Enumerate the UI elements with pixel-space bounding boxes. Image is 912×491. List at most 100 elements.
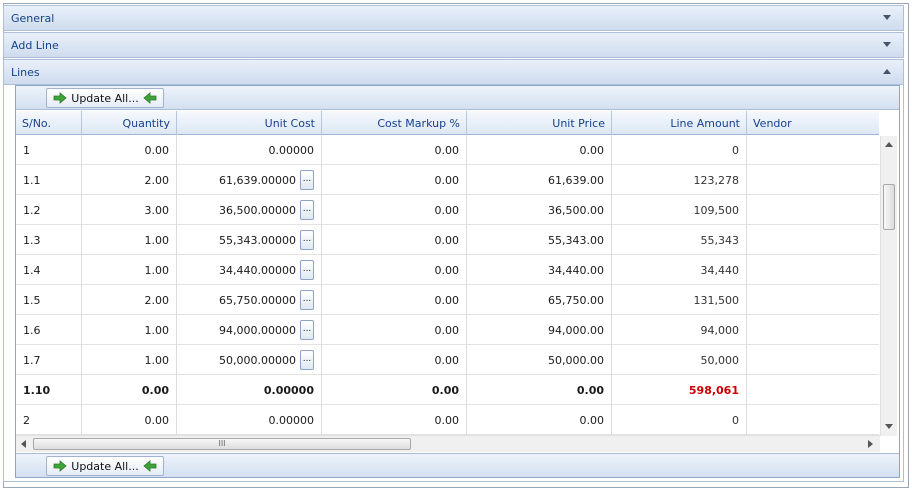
cost-markup-cell[interactable]: 0.00	[322, 285, 467, 315]
quantity-cell[interactable]: 1.00	[82, 315, 177, 345]
line-amount-cell[interactable]: 109,500	[612, 195, 747, 225]
section-add-line-header[interactable]: Add Line	[3, 32, 904, 58]
unit-cost-cell[interactable]: 34,440.00000...	[177, 255, 322, 285]
unit-price-cell[interactable]: 94,000.00	[467, 315, 612, 345]
unit-price-cell[interactable]: 0.00	[467, 405, 612, 435]
sno-cell[interactable]: 1.3	[16, 225, 82, 255]
vendor-cell[interactable]	[747, 285, 879, 315]
horizontal-scroll-thumb[interactable]: III	[33, 438, 411, 450]
quantity-cell[interactable]: 1.00	[82, 225, 177, 255]
unit-price-cell[interactable]: 65,750.00	[467, 285, 612, 315]
quantity-cell[interactable]: 1.00	[82, 255, 177, 285]
chevron-down-icon[interactable]	[883, 15, 891, 20]
unit-price-cell[interactable]: 55,343.00	[467, 225, 612, 255]
unit-cost-lookup-button[interactable]: ...	[300, 350, 314, 370]
unit-price-cell[interactable]: 0.00	[467, 135, 612, 165]
unit-cost-lookup-button[interactable]: ...	[300, 320, 314, 340]
unit-cost-cell[interactable]: 0.00000	[177, 135, 322, 165]
table-row[interactable]: 1.1 2.00 61,639.00000... 0.00 61,639.00 123,2…	[16, 165, 879, 195]
column-header-sno[interactable]: S/No.	[16, 111, 82, 135]
cost-markup-cell[interactable]: 0.00	[322, 345, 467, 375]
scroll-up-arrow-icon[interactable]	[885, 142, 893, 147]
unit-cost-lookup-button[interactable]: ...	[300, 290, 314, 310]
table-row[interactable]: 1.6 1.00 94,000.00000... 0.00 94,000.00 94,00…	[16, 315, 879, 345]
line-amount-cell[interactable]: 0	[612, 405, 747, 435]
sno-cell[interactable]: 1.2	[16, 195, 82, 225]
line-amount-cell[interactable]: 131,500	[612, 285, 747, 315]
column-header-line-amount[interactable]: Line Amount	[612, 111, 747, 135]
scroll-right-arrow-icon[interactable]	[868, 440, 873, 448]
table-row[interactable]: 1.10 0.00 0.00000 0.00 0.00 598,061	[16, 375, 879, 405]
chevron-down-icon[interactable]	[883, 42, 891, 47]
table-row[interactable]: 1.4 1.00 34,440.00000... 0.00 34,440.00 34,44…	[16, 255, 879, 285]
line-amount-cell[interactable]: 0	[612, 135, 747, 165]
quantity-cell[interactable]: 2.00	[82, 285, 177, 315]
scroll-down-arrow-icon[interactable]	[885, 424, 893, 429]
unit-cost-cell[interactable]: 61,639.00000...	[177, 165, 322, 195]
sno-cell[interactable]: 1	[16, 135, 82, 165]
column-header-quantity[interactable]: Quantity	[82, 111, 177, 135]
unit-cost-lookup-button[interactable]: ...	[300, 200, 314, 220]
quantity-cell[interactable]: 2.00	[82, 165, 177, 195]
unit-cost-lookup-button[interactable]: ...	[300, 170, 314, 190]
unit-cost-cell[interactable]: 0.00000	[177, 375, 322, 405]
vertical-scrollbar[interactable]	[880, 136, 897, 436]
section-lines-header[interactable]: Lines	[3, 59, 904, 85]
table-row[interactable]: 1.5 2.00 65,750.00000... 0.00 65,750.00 131,5…	[16, 285, 879, 315]
quantity-cell[interactable]: 3.00	[82, 195, 177, 225]
unit-price-cell[interactable]: 61,639.00	[467, 165, 612, 195]
cost-markup-cell[interactable]: 0.00	[322, 405, 467, 435]
quantity-cell[interactable]: 0.00	[82, 375, 177, 405]
line-amount-cell[interactable]: 598,061	[612, 375, 747, 405]
quantity-cell[interactable]: 1.00	[82, 345, 177, 375]
unit-cost-cell[interactable]: 50,000.00000...	[177, 345, 322, 375]
scroll-left-arrow-icon[interactable]	[21, 440, 26, 448]
unit-price-cell[interactable]: 0.00	[467, 375, 612, 405]
unit-price-cell[interactable]: 34,440.00	[467, 255, 612, 285]
unit-price-cell[interactable]: 36,500.00	[467, 195, 612, 225]
sno-cell[interactable]: 1.10	[16, 375, 82, 405]
sno-cell[interactable]: 1.4	[16, 255, 82, 285]
section-general-header[interactable]: General	[3, 5, 904, 31]
sno-cell[interactable]: 1.5	[16, 285, 82, 315]
vendor-cell[interactable]	[747, 255, 879, 285]
sno-cell[interactable]: 2	[16, 405, 82, 435]
chevron-up-icon[interactable]	[883, 69, 891, 74]
column-header-vendor[interactable]: Vendor	[747, 111, 879, 135]
unit-cost-lookup-button[interactable]: ...	[300, 230, 314, 250]
unit-cost-cell[interactable]: 55,343.00000...	[177, 225, 322, 255]
unit-price-cell[interactable]: 50,000.00	[467, 345, 612, 375]
cost-markup-cell[interactable]: 0.00	[322, 255, 467, 285]
unit-cost-cell[interactable]: 0.00000	[177, 405, 322, 435]
line-amount-cell[interactable]: 123,278	[612, 165, 747, 195]
vendor-cell[interactable]	[747, 225, 879, 255]
quantity-cell[interactable]: 0.00	[82, 135, 177, 165]
vendor-cell[interactable]	[747, 315, 879, 345]
update-all-button-bottom[interactable]: Update All...	[46, 456, 164, 476]
line-amount-cell[interactable]: 55,343	[612, 225, 747, 255]
vertical-scroll-thumb[interactable]	[883, 184, 895, 230]
table-row[interactable]: 2 0.00 0.00000 0.00 0.00 0	[16, 405, 879, 435]
sno-cell[interactable]: 1.6	[16, 315, 82, 345]
unit-cost-cell[interactable]: 36,500.00000...	[177, 195, 322, 225]
line-amount-cell[interactable]: 50,000	[612, 345, 747, 375]
column-header-cost-markup[interactable]: Cost Markup %	[322, 111, 467, 135]
sno-cell[interactable]: 1.1	[16, 165, 82, 195]
column-header-unit-cost[interactable]: Unit Cost	[177, 111, 322, 135]
cost-markup-cell[interactable]: 0.00	[322, 165, 467, 195]
update-all-button-top[interactable]: Update All...	[46, 88, 164, 108]
vendor-cell[interactable]	[747, 135, 879, 165]
cost-markup-cell[interactable]: 0.00	[322, 195, 467, 225]
unit-cost-cell[interactable]: 94,000.00000...	[177, 315, 322, 345]
horizontal-scrollbar[interactable]: III	[16, 435, 880, 452]
sno-cell[interactable]: 1.7	[16, 345, 82, 375]
table-row[interactable]: 1 0.00 0.00000 0.00 0.00 0	[16, 135, 879, 165]
column-header-unit-price[interactable]: Unit Price	[467, 111, 612, 135]
table-row[interactable]: 1.3 1.00 55,343.00000... 0.00 55,343.00 55,34…	[16, 225, 879, 255]
vendor-cell[interactable]	[747, 345, 879, 375]
quantity-cell[interactable]: 0.00	[82, 405, 177, 435]
vendor-cell[interactable]	[747, 195, 879, 225]
unit-cost-cell[interactable]: 65,750.00000...	[177, 285, 322, 315]
cost-markup-cell[interactable]: 0.00	[322, 315, 467, 345]
vendor-cell[interactable]	[747, 405, 879, 435]
